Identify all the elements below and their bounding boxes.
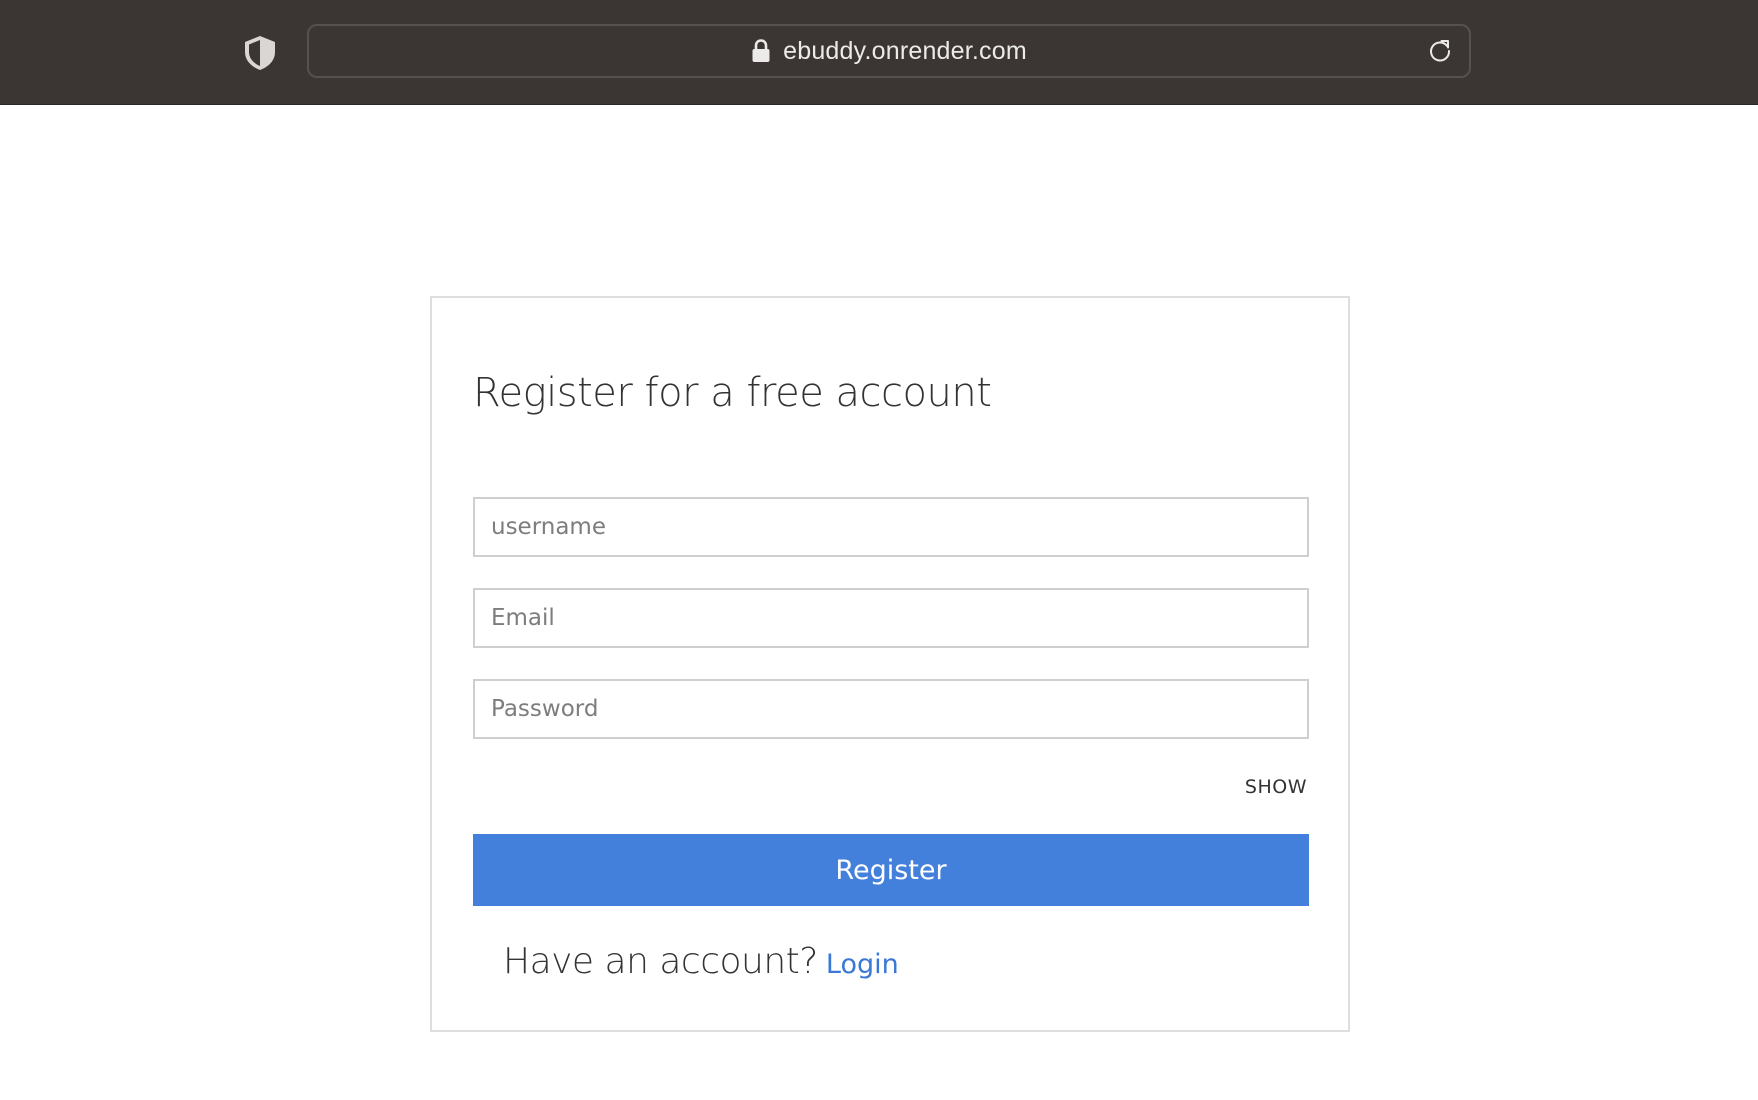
url-text[interactable]: ebuddy.onrender.com (783, 37, 1027, 66)
url-group: ebuddy.onrender.com (309, 26, 1469, 76)
username-input[interactable] (473, 497, 1309, 557)
lock-icon (752, 39, 770, 62)
login-row: Have an account? Login (503, 941, 899, 982)
show-password-toggle[interactable]: SHOW (1245, 776, 1307, 798)
reload-icon[interactable] (1427, 38, 1453, 64)
login-link[interactable]: Login (826, 949, 899, 980)
shield-icon[interactable] (242, 34, 278, 72)
register-card: Register for a free account SHOW Registe… (430, 296, 1350, 1032)
email-input[interactable] (473, 588, 1309, 648)
browser-toolbar: ebuddy.onrender.com (0, 0, 1758, 105)
address-bar[interactable]: ebuddy.onrender.com (307, 24, 1471, 78)
register-button[interactable]: Register (473, 834, 1309, 906)
password-input[interactable] (473, 679, 1309, 739)
page-title: Register for a free account (473, 370, 992, 416)
login-prompt: Have an account? (503, 941, 818, 982)
